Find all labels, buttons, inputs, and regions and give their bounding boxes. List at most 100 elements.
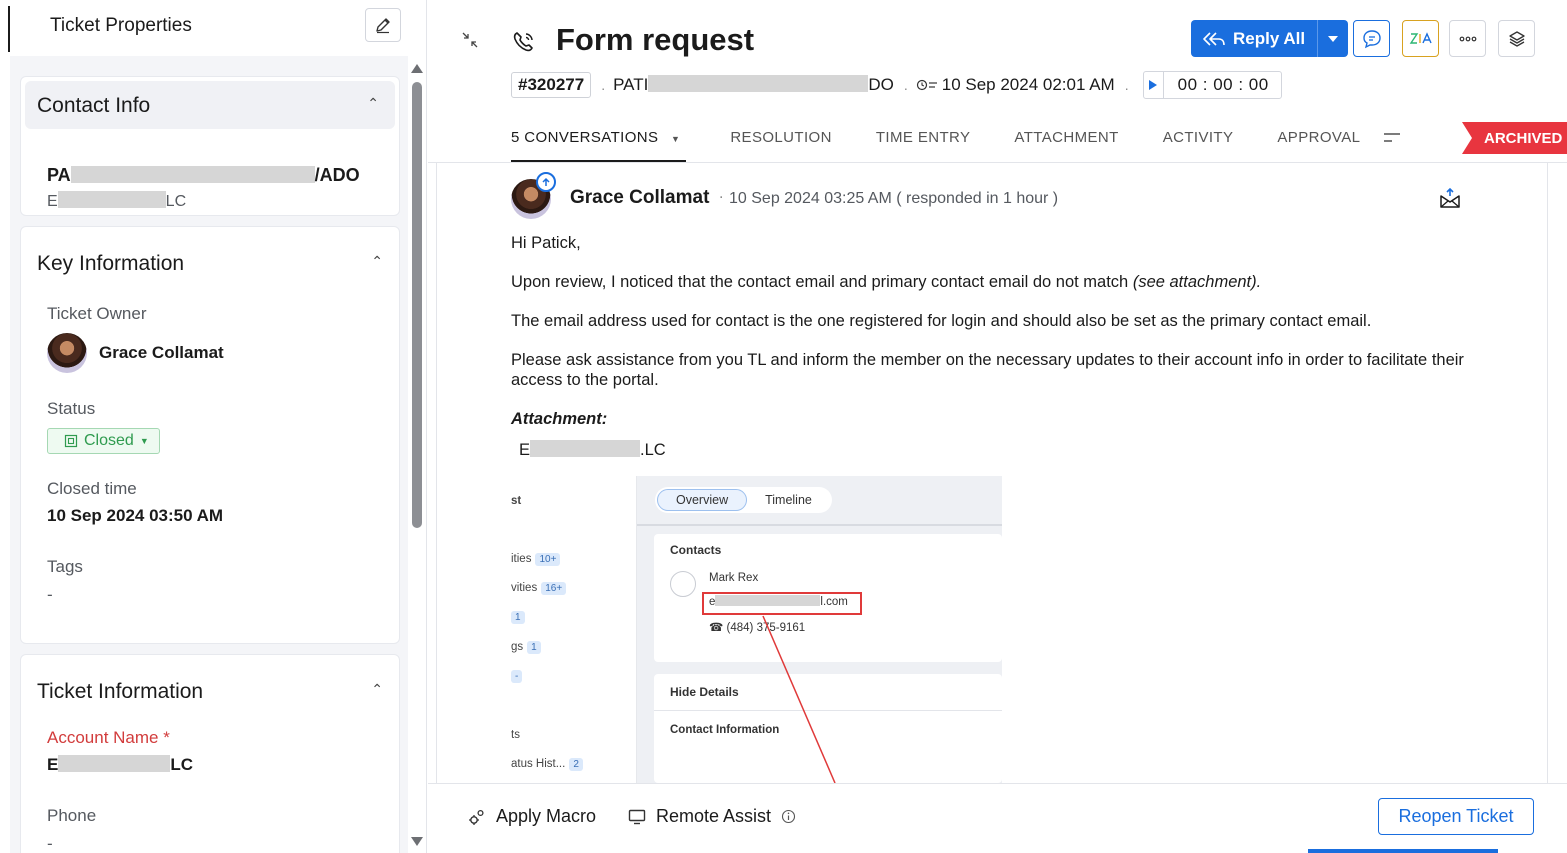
tab-activity[interactable]: ACTIVITY [1163, 118, 1234, 162]
properties-header: Ticket Properties [10, 0, 415, 52]
ticket-meta-row: #320277 . PATI DO . 10 Sep 2024 02:01 AM … [511, 71, 1282, 99]
redacted-block [58, 755, 171, 772]
pencil-icon [376, 18, 390, 34]
collapse-chevron-icon[interactable]: ⌃ [371, 681, 383, 698]
account-name-label: Account Name * [47, 728, 170, 747]
zia-icon [1409, 31, 1432, 44]
zia-assistant-button[interactable] [1402, 20, 1439, 57]
play-icon [1149, 80, 1158, 90]
info-icon[interactable] [781, 809, 796, 824]
tab-resolution[interactable]: RESOLUTION [730, 118, 832, 162]
reply-all-button[interactable]: Reply All [1191, 20, 1318, 57]
scroll-up-arrow-icon[interactable] [411, 64, 423, 73]
ticket-title: Form request [556, 22, 755, 57]
chevron-down-icon: ▼ [139, 436, 149, 446]
contact-info-header[interactable]: Contact Info ⌃ [25, 81, 395, 129]
timer-play-button[interactable] [1144, 72, 1164, 98]
chevron-down-icon: ▼ [671, 134, 681, 144]
contact-account[interactable]: E LC [47, 191, 186, 211]
properties-scrollbar[interactable] [410, 64, 424, 846]
phone-value[interactable]: - [47, 834, 53, 853]
comment-icon [1362, 29, 1381, 48]
collapse-arrows-icon[interactable] [460, 30, 480, 50]
layers-icon [1508, 30, 1525, 47]
separator-dot: . [1124, 77, 1129, 93]
time-tracker: 00 : 00 : 00 [1142, 71, 1282, 99]
status-dropdown[interactable]: Closed ▼ [47, 428, 160, 454]
reply-all-icon [1203, 31, 1225, 46]
ticket-owner-value[interactable]: Grace Collamat [99, 343, 224, 363]
attached-screenshot[interactable]: st ities 10+ vities 16+ 1 gs 1 - ts atus Hi… [511, 476, 1002, 783]
status-label: Status [47, 399, 96, 418]
redacted-block [648, 75, 869, 92]
tab-time-entry[interactable]: TIME ENTRY [876, 118, 971, 162]
incoming-arrow-icon [536, 172, 556, 192]
attachment-account: E .LC [519, 440, 666, 459]
key-information-header[interactable]: Key Information ⌃ [21, 239, 399, 289]
contact-name[interactable]: PA/ADO [47, 165, 360, 186]
ticket-action-bar: Apply Macro Remote Assist Reopen Ticket [428, 783, 1567, 853]
macro-gears-icon [469, 809, 484, 825]
redacted-block [57, 191, 166, 208]
attachment-label: Attachment: [511, 410, 608, 428]
sender-name[interactable]: Grace Collamat [570, 187, 709, 209]
scroll-thumb[interactable] [412, 82, 422, 528]
message-paragraph: Please ask assistance from you TL and in… [511, 351, 1464, 389]
scroll-down-arrow-icon[interactable] [411, 837, 423, 846]
apply-macro-button[interactable]: Apply Macro [468, 806, 596, 827]
ticket-owner-label: Ticket Owner [47, 304, 147, 323]
tab-conversations[interactable]: 5 CONVERSATIONS ▼ [511, 118, 687, 162]
edit-properties-button[interactable] [365, 8, 401, 42]
separator-dot: . [601, 77, 606, 93]
due-time-icon [916, 79, 937, 91]
reply-all-group: Reply All [1191, 20, 1349, 57]
closed-time-value: 10 Sep 2024 03:50 AM [47, 506, 224, 525]
more-tabs-menu-icon[interactable] [1382, 131, 1402, 145]
message-time: 10 Sep 2024 03:25 AM ( responded in 1 ho… [729, 190, 1059, 207]
separator-dot: . [719, 185, 724, 202]
tab-approval[interactable]: APPROVAL [1277, 118, 1360, 162]
archived-ribbon: ARCHIVED [1462, 122, 1567, 154]
timer-value: 00 : 00 : 00 [1177, 75, 1269, 94]
collapse-chevron-icon[interactable]: ⌃ [371, 253, 383, 270]
ticket-contact[interactable]: PATI DO [613, 75, 894, 95]
collapse-chevron-icon[interactable]: ⌃ [367, 95, 379, 112]
more-options-button[interactable] [1449, 20, 1486, 57]
more-dots-icon [1459, 36, 1476, 41]
ticket-properties-panel: Ticket Properties Contact Info ⌃ PA/ADO … [0, 0, 427, 853]
reply-options-dropdown[interactable] [1317, 20, 1349, 57]
phone-call-icon [513, 32, 533, 52]
redacted-block [70, 166, 315, 183]
monitor-icon [628, 809, 646, 824]
ticket-information-header[interactable]: Ticket Information ⌃ [21, 667, 399, 717]
message-paragraph: The email address used for contact is th… [511, 312, 1372, 330]
message-greeting: Hi Patick, [511, 234, 581, 252]
active-indicator-strip [1308, 849, 1498, 853]
properties-scroll-area: Contact Info ⌃ PA/ADO E LC Key Informatio… [10, 56, 408, 853]
phone-label: Phone [47, 806, 97, 825]
reopen-ticket-button[interactable]: Reopen Ticket [1378, 798, 1534, 835]
helpdesk-app: Ticket Properties Contact Info ⌃ PA/ADO … [0, 0, 1567, 853]
ticket-detail: Form request Reply All #320277 . PATIDO [428, 0, 1567, 853]
contact-info-title: Contact Info [37, 94, 151, 117]
ticket-id[interactable]: #320277 [511, 72, 592, 98]
separator-dot: . [903, 77, 908, 93]
tags-label: Tags [47, 557, 83, 576]
message-body: Hi Patick, Upon review, I noticed that t… [511, 233, 1501, 409]
closed-status-icon [64, 434, 78, 448]
annotation-arrow [762, 615, 836, 783]
remote-assist-button[interactable]: Remote Assist [628, 806, 796, 827]
chevron-down-icon [1328, 35, 1339, 42]
key-information-title: Key Information [37, 252, 185, 275]
owner-avatar [47, 333, 87, 373]
layers-button[interactable] [1498, 20, 1535, 57]
tags-value[interactable]: - [47, 585, 53, 605]
comment-button[interactable] [1353, 20, 1390, 57]
open-mail-icon[interactable] [1439, 187, 1461, 209]
key-information-card: Key Information ⌃ Ticket Owner Grace Col… [20, 226, 400, 644]
ticket-information-title: Ticket Information [37, 680, 204, 703]
tab-attachment[interactable]: ATTACHMENT [1014, 118, 1118, 162]
redacted-block [530, 440, 641, 457]
conversation-thread: Grace Collamat . 10 Sep 2024 03:25 AM ( … [436, 163, 1548, 783]
account-name-value[interactable]: E LC [47, 755, 193, 775]
